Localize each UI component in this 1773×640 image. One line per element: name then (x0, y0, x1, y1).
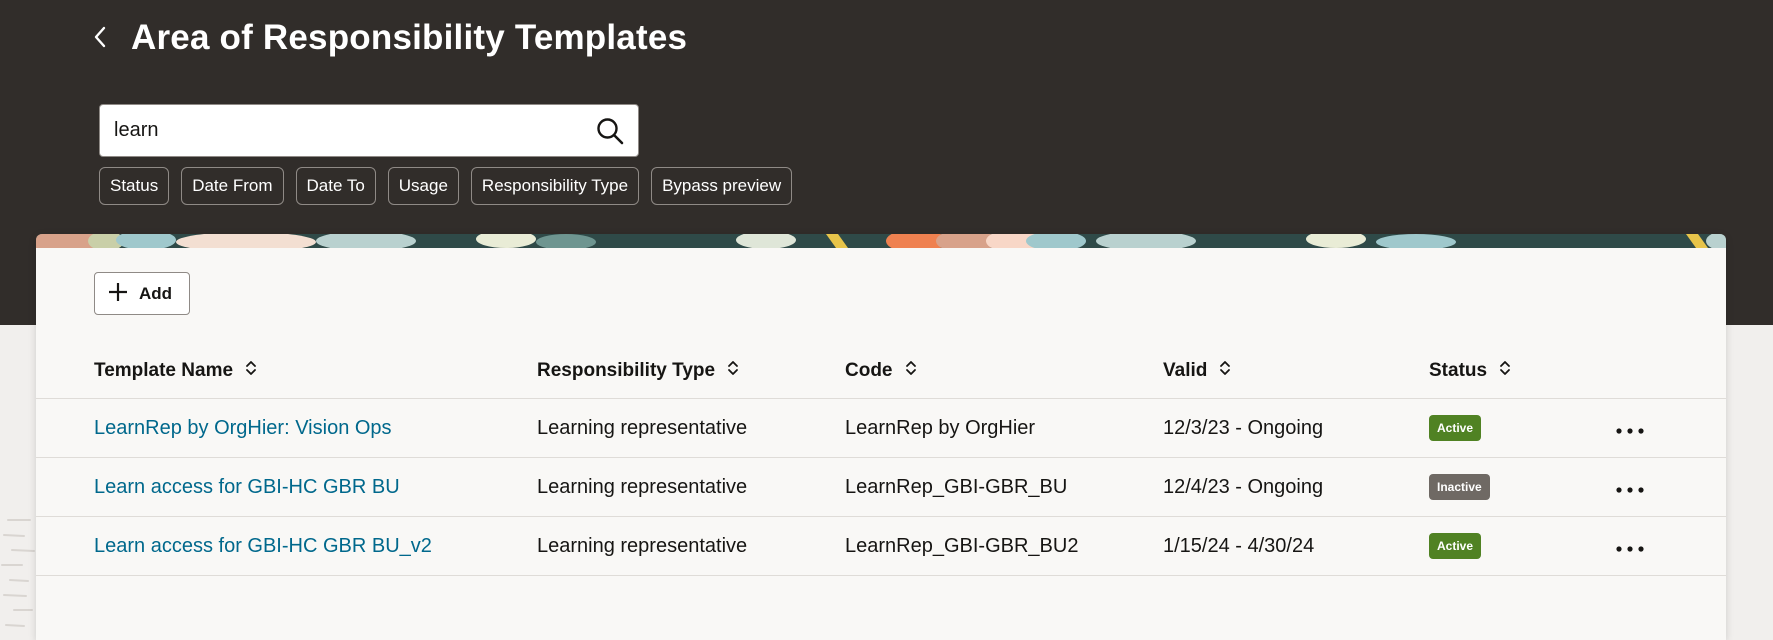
template-name-link[interactable]: Learn access for GBI-HC GBR BU (94, 476, 400, 499)
filter-bypass-preview[interactable]: Bypass preview (651, 167, 793, 205)
valid-cell: 12/3/23 - Ongoing (1163, 416, 1324, 439)
status-badge: Inactive (1429, 474, 1490, 500)
code-cell: LearnRep_GBI-GBR_BU2 (845, 534, 1079, 557)
column-header-responsibility-type[interactable]: Responsibility Type (537, 342, 739, 399)
valid-cell: 1/15/24 - 4/30/24 (1163, 534, 1315, 557)
plus-icon (107, 281, 129, 306)
chevron-left-icon (93, 26, 107, 53)
add-button-label: Add (139, 283, 173, 303)
valid-cell: 12/4/23 - Ongoing (1163, 475, 1324, 498)
more-actions-button[interactable] (1610, 472, 1650, 502)
responsibility-type-cell: Learning representative (537, 475, 748, 498)
more-icon (1616, 476, 1644, 499)
column-header-template-name[interactable]: Template Name (94, 342, 257, 399)
template-name-link[interactable]: Learn access for GBI-HC GBR BU_v2 (94, 535, 432, 558)
decorative-banner (36, 234, 1726, 248)
search-input[interactable] (100, 105, 582, 156)
sort-icon (905, 359, 917, 383)
filter-status[interactable]: Status (99, 167, 170, 205)
add-button[interactable]: Add (94, 272, 190, 315)
back-button[interactable] (88, 24, 112, 54)
column-label: Status (1429, 359, 1488, 381)
filter-responsibility-type[interactable]: Responsibility Type (470, 167, 640, 205)
column-label: Responsibility Type (537, 359, 716, 381)
table-header: Template Name Responsibility Type Code V… (36, 342, 1726, 399)
status-badge: Active (1429, 533, 1482, 559)
filter-date-to[interactable]: Date To (295, 167, 376, 205)
column-label: Code (845, 359, 893, 381)
status-badge: Active (1429, 415, 1482, 441)
results-card: Add Template Name Responsibility Type Co… (36, 234, 1726, 640)
filter-date-from[interactable]: Date From (181, 167, 284, 205)
code-cell: LearnRep by OrgHier (845, 416, 1036, 439)
column-header-code[interactable]: Code (845, 342, 917, 399)
responsibility-type-cell: Learning representative (537, 416, 748, 439)
filter-usage[interactable]: Usage (387, 167, 459, 205)
more-icon (1616, 417, 1644, 440)
code-cell: LearnRep_GBI-GBR_BU (845, 475, 1068, 498)
page-title: Area of Responsibility Templates (131, 18, 688, 57)
table-row: Learn access for GBI-HC GBR BU_v2 Learni… (36, 517, 1726, 576)
search-icon[interactable] (582, 105, 638, 156)
sort-icon (1219, 359, 1231, 383)
column-label: Valid (1163, 359, 1208, 381)
more-actions-button[interactable] (1610, 531, 1650, 561)
table-row: LearnRep by OrgHier: Vision Ops Learning… (36, 399, 1726, 458)
templates-table: Template Name Responsibility Type Code V… (36, 342, 1726, 576)
column-header-status[interactable]: Status (1429, 342, 1511, 399)
search-box[interactable] (99, 104, 639, 157)
more-icon (1616, 535, 1644, 558)
responsibility-type-cell: Learning representative (537, 534, 748, 557)
filter-chips: Status Date From Date To Usage Responsib… (99, 167, 793, 205)
table-row: Learn access for GBI-HC GBR BU Learning … (36, 458, 1726, 517)
column-label: Template Name (94, 359, 234, 381)
column-header-valid[interactable]: Valid (1163, 342, 1231, 399)
more-actions-button[interactable] (1610, 413, 1650, 443)
sort-icon (1499, 359, 1511, 383)
template-name-link[interactable]: LearnRep by OrgHier: Vision Ops (94, 417, 392, 440)
sort-icon (245, 359, 257, 383)
sort-icon (727, 359, 739, 383)
